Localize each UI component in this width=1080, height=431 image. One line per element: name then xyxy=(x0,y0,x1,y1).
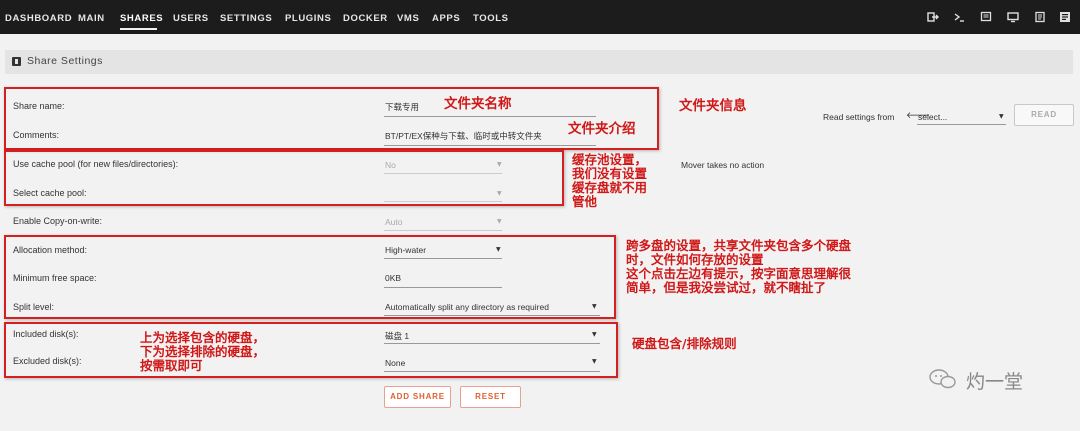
nav-users[interactable]: USERS xyxy=(173,13,209,24)
nav-settings[interactable]: SETTINGS xyxy=(220,13,272,24)
wechat-icon xyxy=(929,369,956,389)
nav-tools[interactable]: TOOLS xyxy=(473,13,509,24)
annotation-box-disks xyxy=(4,322,618,378)
cow-select[interactable]: Auto xyxy=(385,217,403,227)
cow-label: Enable Copy-on-write: xyxy=(13,216,103,226)
mover-note: Mover takes no action xyxy=(681,160,765,170)
nav-main[interactable]: MAIN xyxy=(78,13,105,24)
top-nav-bar: DASHBOARD MAIN SHARES USERS SETTINGS PLU… xyxy=(0,0,1080,34)
nav-vms[interactable]: VMS xyxy=(397,13,419,24)
annotation-box-allocation xyxy=(4,235,616,319)
nav-dashboard[interactable]: DASHBOARD xyxy=(5,13,72,24)
read-button[interactable]: READ xyxy=(1014,104,1074,126)
read-settings-label: Read settings from xyxy=(823,112,895,122)
read-settings-select[interactable]: select... xyxy=(918,112,947,122)
annotation-box-share-info xyxy=(4,87,659,150)
help-icon[interactable] xyxy=(1059,11,1071,23)
cow-underline xyxy=(384,230,502,231)
active-tab-indicator xyxy=(120,28,157,30)
cow-caret-icon: ▼ xyxy=(497,218,502,225)
nav-shares[interactable]: SHARES xyxy=(120,13,163,24)
feedback-icon[interactable] xyxy=(980,11,992,23)
watermark-text: 灼一堂 xyxy=(966,371,1024,393)
share-settings-icon xyxy=(12,57,21,66)
read-settings-underline xyxy=(917,124,1006,125)
terminal-icon[interactable] xyxy=(953,11,965,23)
read-settings-caret-icon: ▼ xyxy=(999,113,1004,120)
share-settings-header: Share Settings xyxy=(5,50,1073,74)
logout-icon[interactable] xyxy=(927,11,939,23)
annotation-folder-desc: 文件夹介绍 xyxy=(568,121,636,137)
annotation-disks: 上为选择包含的硬盘， 下为选择排除的硬盘， 按需取即可 xyxy=(140,330,266,373)
nav-plugins[interactable]: PLUGINS xyxy=(285,13,331,24)
annotation-split: 跨多盘的设置，共享文件夹包含多个硬盘 时，文件如何存放的设置 这个点击左边有提示… xyxy=(626,238,852,295)
log-icon[interactable] xyxy=(1034,11,1046,23)
nav-apps[interactable]: APPS xyxy=(432,13,460,24)
annotation-box-cache xyxy=(4,150,564,206)
add-share-button[interactable]: ADD SHARE xyxy=(384,386,451,408)
monitor-icon[interactable] xyxy=(1007,11,1019,23)
nav-docker[interactable]: DOCKER xyxy=(343,13,388,24)
section-title: Share Settings xyxy=(27,55,103,67)
annotation-disk-rule: 硬盘包含/排除规则 xyxy=(632,336,737,351)
annotation-folder-name: 文件夹名称 xyxy=(444,96,512,112)
annotation-cache: 缓存池设置， 我们没有设置 缓存盘就不用 管他 xyxy=(572,152,648,209)
annotation-folder-info: 文件夹信息 xyxy=(679,98,747,114)
reset-button[interactable]: RESET xyxy=(460,386,521,408)
